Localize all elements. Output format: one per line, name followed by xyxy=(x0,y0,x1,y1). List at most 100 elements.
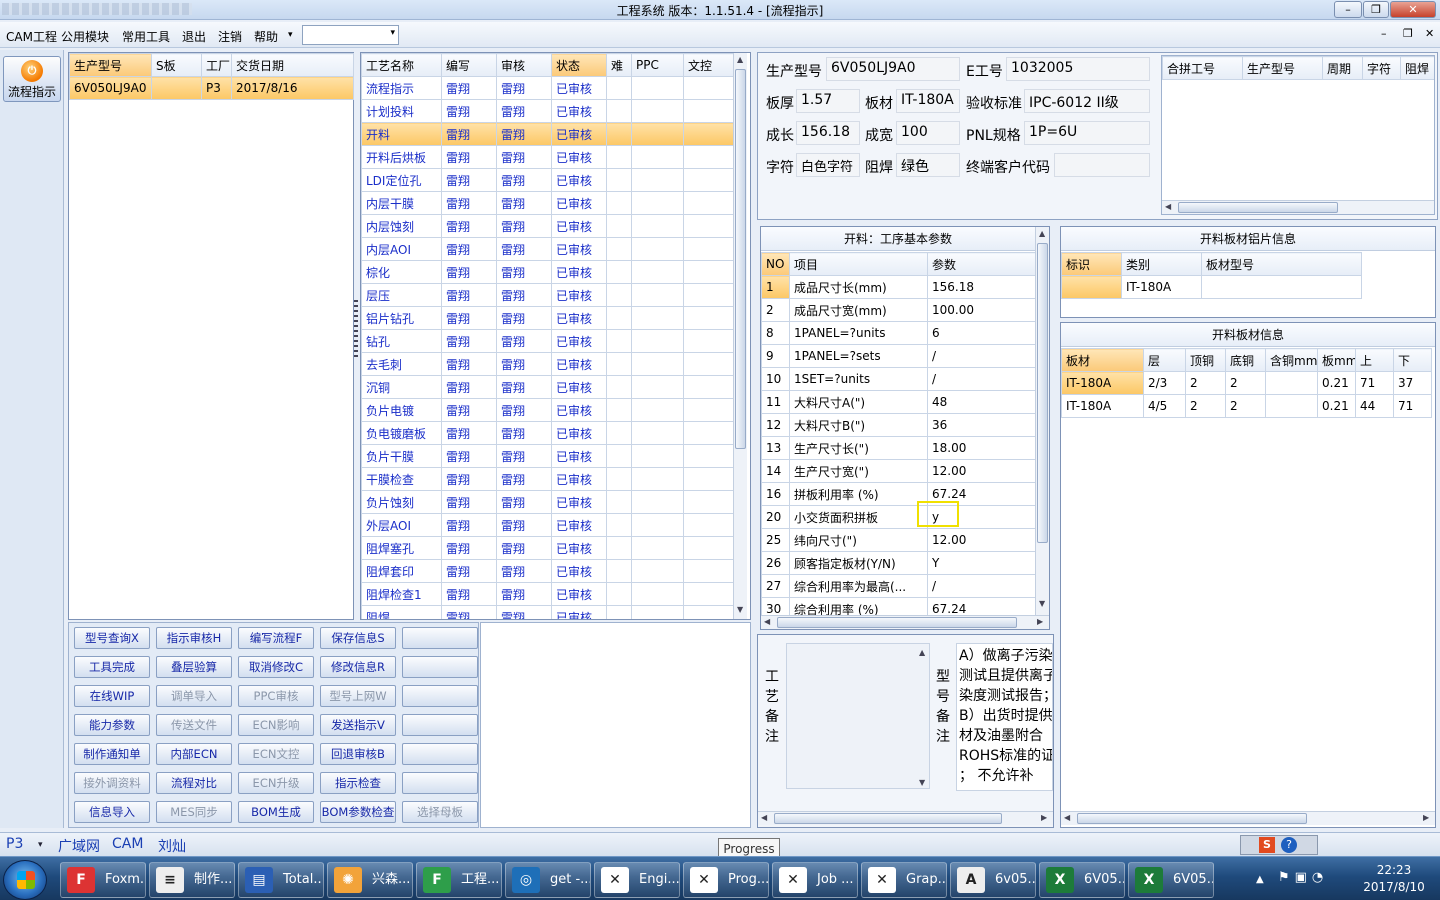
process-cell[interactable]: 雷翔 xyxy=(441,467,497,491)
board-hscrollbar[interactable]: ◀ ▶ xyxy=(1061,811,1435,825)
process-cell[interactable]: 钻孔 xyxy=(361,329,442,353)
process-cell[interactable]: 去毛刺 xyxy=(361,352,442,376)
field-model[interactable]: 6V050LJ9A0 xyxy=(826,57,960,81)
action-button[interactable]: ECN文控 xyxy=(238,743,314,765)
action-button[interactable]: 能力参数 xyxy=(74,714,150,736)
process-cell[interactable]: 雷翔 xyxy=(496,582,552,606)
process-cell[interactable]: 雷翔 xyxy=(496,237,552,261)
menu-logout[interactable]: 注销 xyxy=(218,28,242,45)
param-cell[interactable]: 36 xyxy=(927,413,1036,437)
scroll-down-icon[interactable]: ▼ xyxy=(919,778,925,787)
status-factory[interactable]: P3 xyxy=(6,836,23,852)
param-cell[interactable]: 顾客指定板材(Y/N) xyxy=(789,551,928,575)
taskbar-item[interactable]: ✕ Engi... xyxy=(594,862,680,898)
process-cell[interactable] xyxy=(631,582,684,606)
process-cell[interactable]: 铝片钻孔 xyxy=(361,306,442,330)
menu-public[interactable]: 公用模块 xyxy=(61,28,109,45)
action-button[interactable]: 叠层验算 xyxy=(156,656,232,678)
process-cell[interactable] xyxy=(683,352,734,376)
process-cell[interactable] xyxy=(631,467,684,491)
board-cell[interactable]: 37 xyxy=(1393,371,1432,395)
tray-expand-icon[interactable]: ▲ xyxy=(1256,874,1264,885)
field-customer[interactable] xyxy=(1054,153,1150,177)
param-header-item[interactable]: 项目 xyxy=(789,252,928,276)
menu-help[interactable]: 帮助 xyxy=(254,28,278,45)
table-row[interactable]: 层压 雷翔 雷翔 已审核 xyxy=(361,283,734,307)
param-cell[interactable]: 8 xyxy=(761,321,790,345)
process-cell[interactable]: 雷翔 xyxy=(496,145,552,169)
param-cell[interactable]: 1PANEL=?sets xyxy=(789,344,928,368)
scroll-thumb[interactable] xyxy=(735,69,746,449)
field-width[interactable]: 100 xyxy=(896,121,960,145)
clock[interactable]: 22:23 2017/8/10 xyxy=(1352,862,1436,896)
process-cell[interactable]: 流程指示 xyxy=(361,76,442,100)
scroll-down-icon[interactable]: ▼ xyxy=(737,605,743,614)
param-cell[interactable]: 拼板利用率 (%) xyxy=(789,482,928,506)
action-button[interactable]: 编写流程F xyxy=(238,627,314,649)
process-cell[interactable] xyxy=(683,467,734,491)
param-cell[interactable]: 生产尺寸长(") xyxy=(789,436,928,460)
process-cell[interactable] xyxy=(606,237,632,261)
taskbar-item[interactable]: ✺ 兴森... xyxy=(327,862,413,898)
process-cell[interactable]: 干膜检查 xyxy=(361,467,442,491)
process-cell[interactable] xyxy=(683,398,734,422)
process-cell[interactable]: 负片蚀刻 xyxy=(361,490,442,514)
board-cell[interactable]: IT-180A xyxy=(1061,394,1144,418)
action-button[interactable]: 信息导入 xyxy=(74,801,150,823)
process-cell[interactable]: 已审核 xyxy=(551,375,607,399)
menu-exit[interactable]: 退出 xyxy=(182,28,206,45)
scroll-right-icon[interactable]: ▶ xyxy=(1423,813,1429,822)
process-cell[interactable] xyxy=(683,329,734,353)
order-header-model[interactable]: 生产型号 xyxy=(69,53,152,77)
process-cell[interactable]: 雷翔 xyxy=(496,122,552,146)
table-row[interactable]: 内层AOI 雷翔 雷翔 已审核 xyxy=(361,237,734,261)
table-row[interactable]: IT-180A 4/5 2 2 0.21 44 71 xyxy=(1061,394,1432,418)
board-cell[interactable]: IT-180A xyxy=(1061,371,1144,395)
process-cell[interactable]: 雷翔 xyxy=(496,352,552,376)
taskbar-item[interactable]: ▤ Total... xyxy=(238,862,324,898)
process-cell[interactable] xyxy=(683,536,734,560)
process-cell[interactable]: 棕化 xyxy=(361,260,442,284)
table-row[interactable]: 去毛刺 雷翔 雷翔 已审核 xyxy=(361,352,734,376)
table-row[interactable]: 内层干膜 雷翔 雷翔 已审核 xyxy=(361,191,734,215)
board-cell[interactable]: 0.21 xyxy=(1317,394,1356,418)
alu-header-board[interactable]: 板材型号 xyxy=(1201,252,1362,276)
board-header[interactable]: 顶铜 xyxy=(1185,348,1226,372)
process-cell[interactable]: 已审核 xyxy=(551,605,607,619)
close-button[interactable]: ✕ xyxy=(1390,1,1436,18)
process-cell[interactable]: 内层AOI xyxy=(361,237,442,261)
table-row[interactable]: 6V050LJ9A0 P3 2017/8/16 xyxy=(69,76,354,100)
process-cell[interactable]: 已审核 xyxy=(551,76,607,100)
process-cell[interactable]: 雷翔 xyxy=(496,76,552,100)
process-cell[interactable] xyxy=(631,122,684,146)
process-cell[interactable] xyxy=(606,168,632,192)
merge-header-eno[interactable]: 合拼工号 xyxy=(1162,56,1243,80)
process-cell[interactable]: 雷翔 xyxy=(441,237,497,261)
board-cell[interactable] xyxy=(1265,394,1318,418)
process-cell[interactable]: 雷翔 xyxy=(441,352,497,376)
process-cell[interactable]: 雷翔 xyxy=(441,306,497,330)
table-row[interactable]: 16 拼板利用率 (%) 67.24 xyxy=(761,482,1036,506)
process-cell[interactable]: 负片电镀 xyxy=(361,398,442,422)
process-cell[interactable]: 已审核 xyxy=(551,398,607,422)
action-button[interactable]: 调单导入 xyxy=(156,685,232,707)
model-remark-textarea[interactable]: A）做离子污染 测试且提供离子 染度测试报告； B）出货时提供 材及油墨附合 ROHS标准… xyxy=(956,643,1053,791)
field-pnl[interactable]: 1P=6U xyxy=(1024,121,1150,145)
param-cell[interactable]: 27 xyxy=(761,574,790,598)
process-cell[interactable]: 已审核 xyxy=(551,490,607,514)
param-cell[interactable]: 1PANEL=?units xyxy=(789,321,928,345)
table-row[interactable]: 负电镀磨板 雷翔 雷翔 已审核 xyxy=(361,421,734,445)
process-cell[interactable] xyxy=(606,490,632,514)
action-button[interactable]: MES同步 xyxy=(156,801,232,823)
process-cell[interactable] xyxy=(631,260,684,284)
process-cell[interactable] xyxy=(683,168,734,192)
board-header[interactable]: 板mm xyxy=(1317,348,1356,372)
action-button[interactable]: 接外调资料 xyxy=(74,772,150,794)
field-silkscreen[interactable]: 白色字符 xyxy=(796,153,860,177)
process-cell[interactable]: 雷翔 xyxy=(496,490,552,514)
process-cell[interactable]: 雷翔 xyxy=(496,375,552,399)
process-cell[interactable]: 已审核 xyxy=(551,421,607,445)
action-button[interactable]: BOM参数检查 xyxy=(320,801,396,823)
minimize-button[interactable]: – xyxy=(1334,1,1362,18)
scroll-left-icon[interactable]: ◀ xyxy=(1165,202,1171,211)
